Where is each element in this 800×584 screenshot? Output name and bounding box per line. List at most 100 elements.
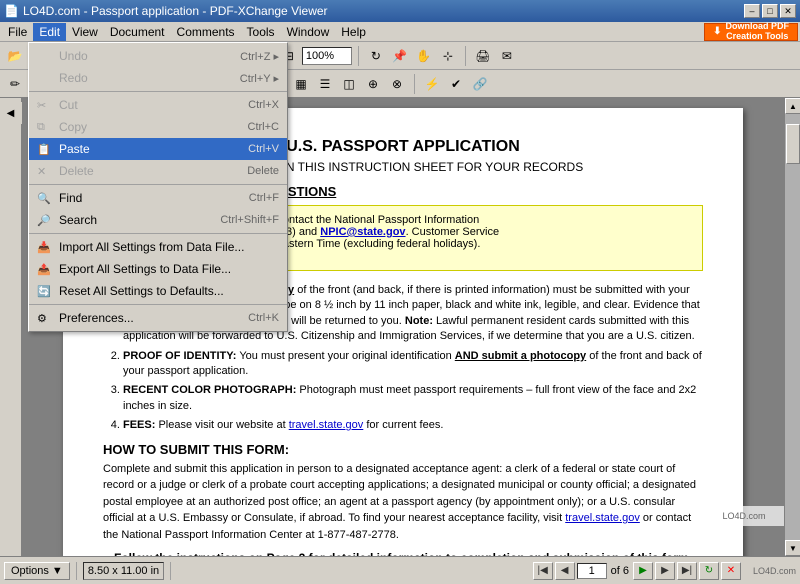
toolbar-snap-btn[interactable]: 📌 [389, 45, 411, 67]
nav-refresh-btn[interactable]: ↻ [699, 562, 719, 580]
delete-icon: ✕ [37, 165, 55, 178]
menu-tools[interactable]: Tools [241, 23, 281, 41]
app-icon: 📄 [4, 4, 19, 18]
menu-import[interactable]: 📥 Import All Settings from Data File... [29, 236, 287, 258]
menu-section-settings: 📥 Import All Settings from Data File... … [29, 234, 287, 305]
page-number-input[interactable]: 1 [577, 563, 607, 579]
import-icon: 📥 [37, 241, 55, 254]
find-label: Find [59, 191, 249, 205]
toolbar-open-btn[interactable]: 📂 [4, 45, 26, 67]
close-button[interactable]: ✕ [780, 4, 796, 18]
menu-paste[interactable]: 📋 Paste Ctrl+V [29, 138, 287, 160]
toolbar2-btn17[interactable]: ⚡ [421, 73, 443, 95]
nav-prev-btn[interactable]: ◀ [555, 562, 575, 580]
doc-list-item4: FEES: Please visit our website at travel… [123, 418, 703, 433]
doc-list-item2: PROOF OF IDENTITY: You must present your… [123, 349, 703, 380]
right-scrollbar: ▲ ▼ [784, 98, 800, 556]
fees-link[interactable]: travel.state.gov [289, 419, 364, 431]
left-panel-btn[interactable]: ◀ [0, 102, 22, 124]
scroll-track[interactable] [785, 114, 800, 540]
nav-next-btn[interactable]: ▶ [655, 562, 675, 580]
options-label: Options [11, 565, 49, 577]
find-shortcut: Ctrl+F [249, 192, 279, 204]
toolbar2-btn18[interactable]: ✔ [445, 73, 467, 95]
menu-preferences[interactable]: ⚙ Preferences... Ctrl+K [29, 307, 287, 329]
undo-label: Undo [59, 49, 240, 63]
copy-label: Copy [59, 120, 248, 134]
open-icon: 📂 [8, 49, 23, 63]
export-icon: 📤 [37, 263, 55, 276]
zoom-input[interactable] [302, 47, 352, 65]
nav-stop-btn[interactable]: ✕ [721, 562, 741, 580]
toolbar2-btn13[interactable]: ☰ [314, 73, 336, 95]
watermark-text: LO4D.com [722, 511, 765, 521]
menu-delete[interactable]: ✕ Delete Delete [29, 160, 287, 182]
prefs-label: Preferences... [59, 311, 248, 325]
menu-window[interactable]: Window [281, 23, 336, 41]
scroll-down-btn[interactable]: ▼ [785, 540, 800, 556]
scroll-thumb[interactable] [786, 124, 800, 164]
menu-document[interactable]: Document [104, 23, 171, 41]
paste-shortcut: Ctrl+V [248, 143, 279, 155]
menu-copy[interactable]: ⧉ Copy Ctrl+C [29, 116, 287, 138]
menu-reset[interactable]: 🔄 Reset All Settings to Defaults... [29, 280, 287, 302]
menu-export[interactable]: 📤 Export All Settings to Data File... [29, 258, 287, 280]
import-label: Import All Settings from Data File... [59, 240, 279, 254]
toolbar2-btn16[interactable]: ⊗ [386, 73, 408, 95]
menu-cut[interactable]: ✂ Cut Ctrl+X [29, 94, 287, 116]
status-sep-2 [170, 562, 171, 580]
toolbar-rotate-btn[interactable]: ↻ [365, 45, 387, 67]
download-icon: ⬇ [713, 26, 721, 37]
status-sep-1 [76, 562, 77, 580]
menu-undo[interactable]: Undo Ctrl+Z ▸ [29, 45, 287, 67]
paste-label: Paste [59, 142, 248, 156]
toolbar-print-btn[interactable]: 🖨 [472, 45, 494, 67]
menu-help[interactable]: Help [335, 23, 372, 41]
toolbar-sel-btn[interactable]: ⊹ [437, 45, 459, 67]
window-container: 📄 LO4D.com - Passport application - PDF-… [0, 0, 800, 584]
doc-section2-title: HOW TO SUBMIT THIS FORM: [103, 442, 703, 457]
toolbar-email-btn[interactable]: ✉ [496, 45, 518, 67]
cut-label: Cut [59, 98, 248, 112]
toolbar2-btn12[interactable]: ▦ [290, 73, 312, 95]
menu-comments[interactable]: Comments [171, 23, 241, 41]
nav-play-btn[interactable]: ▶ [633, 562, 653, 580]
submit-link[interactable]: travel.state.gov [565, 512, 640, 524]
toolbar2-btn1[interactable]: ✏ [4, 73, 26, 95]
toolbar-sep-6 [465, 46, 466, 66]
status-size: 8.50 x 11.00 in [83, 562, 164, 580]
menu-view[interactable]: View [66, 23, 104, 41]
menu-search[interactable]: 🔎 Search Ctrl+Shift+F [29, 209, 287, 231]
nav-last-btn[interactable]: ▶| [677, 562, 697, 580]
minimize-button[interactable]: – [744, 4, 760, 18]
cut-shortcut: Ctrl+X [248, 99, 279, 111]
redo-label: Redo [59, 71, 240, 85]
toolbar2-btn15[interactable]: ⊕ [362, 73, 384, 95]
page-of-label: of 6 [609, 565, 631, 577]
menu-file[interactable]: File [2, 23, 33, 41]
maximize-button[interactable]: □ [762, 4, 778, 18]
doc-section2-body: Complete and submit this application in … [103, 461, 703, 544]
nav-first-btn[interactable]: |◀ [533, 562, 553, 580]
search-shortcut: Ctrl+Shift+F [220, 214, 279, 226]
toolbar2-btn19[interactable]: 🔗 [469, 73, 491, 95]
copy-shortcut: Ctrl+C [248, 121, 279, 133]
find-icon: 🔍 [37, 192, 55, 205]
menu-redo[interactable]: Redo Ctrl+Y ▸ [29, 67, 287, 89]
lo4d-status: LO4D.com [753, 566, 796, 576]
info-link2[interactable]: NPIC@state.gov [320, 226, 405, 238]
toolbar-hand-btn[interactable]: ✋ [413, 45, 435, 67]
prefs-shortcut: Ctrl+K [248, 312, 279, 324]
reset-label: Reset All Settings to Defaults... [59, 284, 279, 298]
options-button[interactable]: Options ▼ [4, 562, 70, 580]
download-pdf-button[interactable]: ⬇ Download PDFCreation Tools [704, 23, 798, 41]
delete-shortcut: Delete [247, 165, 279, 177]
menu-find[interactable]: 🔍 Find Ctrl+F [29, 187, 287, 209]
menu-section-undoredo: Undo Ctrl+Z ▸ Redo Ctrl+Y ▸ [29, 43, 287, 92]
title-bar-text: LO4D.com - Passport application - PDF-XC… [23, 4, 328, 18]
scroll-up-btn[interactable]: ▲ [785, 98, 800, 114]
menu-edit[interactable]: Edit [33, 23, 66, 41]
redo-shortcut: Ctrl+Y ▸ [240, 72, 279, 85]
toolbar2-sep-3 [414, 74, 415, 94]
toolbar2-btn14[interactable]: ◫ [338, 73, 360, 95]
